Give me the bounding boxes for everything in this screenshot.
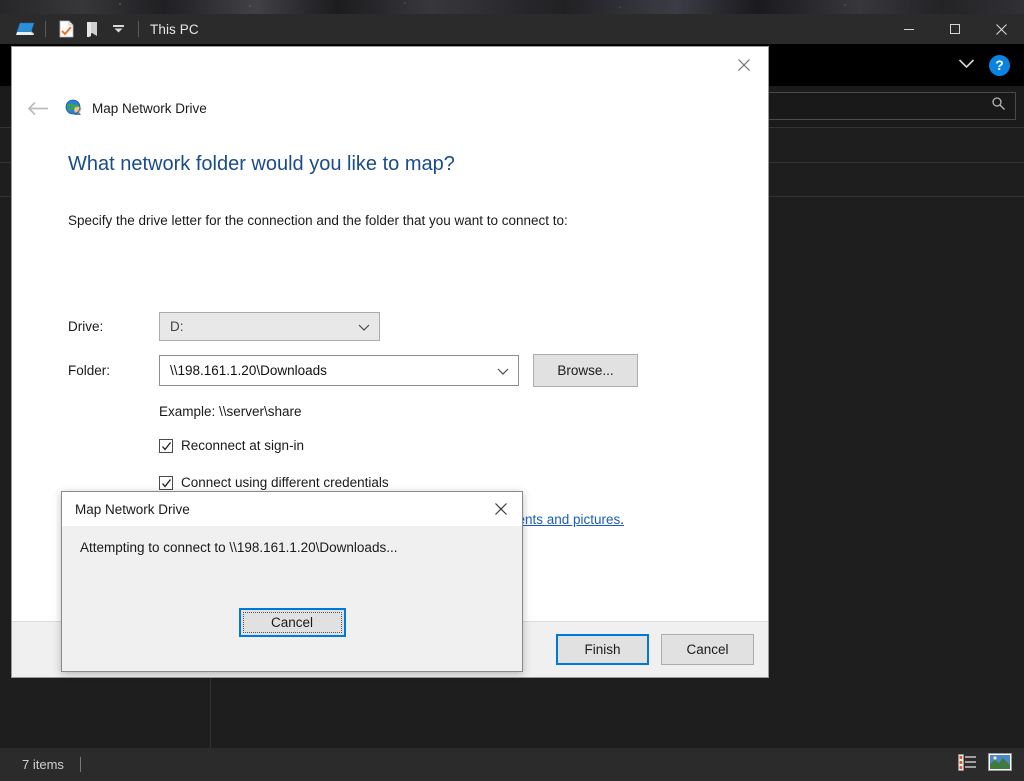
back-button[interactable]	[25, 101, 51, 116]
close-button[interactable]	[978, 14, 1024, 44]
new-folder-icon[interactable]	[79, 18, 105, 40]
dialog-close-button[interactable]	[728, 51, 760, 79]
dialog-header: Map Network Drive	[12, 91, 768, 125]
item-count-label: 7 items	[22, 757, 64, 772]
message-box-title: Map Network Drive	[75, 501, 190, 517]
desktop-wallpaper	[0, 0, 1024, 14]
folder-combobox-value: \\198.161.1.20\Downloads	[170, 363, 327, 378]
window-controls	[886, 14, 1024, 44]
properties-icon[interactable]	[53, 18, 79, 40]
search-icon	[991, 96, 1006, 116]
message-box-buttons: Cancel	[62, 608, 522, 637]
message-box-close-button[interactable]	[486, 495, 516, 523]
details-view-icon[interactable]	[958, 753, 978, 776]
page-subtitle: Specify the drive letter for the connect…	[68, 213, 568, 228]
chevron-down-icon[interactable]	[958, 56, 975, 74]
browse-button-label: Browse...	[557, 363, 614, 378]
message-box-text: Attempting to connect to \\198.161.1.20\…	[80, 540, 398, 555]
web-site-link-period: .	[620, 512, 625, 527]
cancel-button-label: Cancel	[686, 642, 729, 657]
example-hint: Example: \\server\share	[159, 404, 302, 419]
quick-access-toolbar: This PC	[0, 18, 199, 40]
drive-select[interactable]: D:	[159, 312, 380, 341]
credentials-checkbox[interactable]	[159, 475, 173, 490]
title-bar: This PC	[0, 14, 1024, 44]
status-divider	[79, 757, 81, 772]
folder-combobox[interactable]: \\198.161.1.20\Downloads	[159, 355, 519, 386]
drive-label: Drive:	[68, 319, 104, 334]
credentials-checkbox-label: Connect using different credentials	[181, 475, 389, 490]
map-network-drive-icon	[65, 99, 83, 117]
drive-field-row: Drive: D:	[68, 312, 380, 341]
connecting-message-box: Map Network Drive Attempting to connect …	[61, 491, 523, 672]
minimize-button[interactable]	[886, 14, 932, 44]
view-mode-buttons	[958, 753, 1012, 776]
page-title: What network folder would you like to ma…	[68, 153, 455, 175]
chevron-down-icon	[358, 319, 370, 334]
help-glyph: ?	[995, 57, 1004, 73]
search-input[interactable]	[768, 92, 1016, 120]
dialog-body: What network folder would you like to ma…	[12, 143, 768, 228]
message-box-cancel-button[interactable]: Cancel	[238, 608, 346, 637]
maximize-button[interactable]	[932, 14, 978, 44]
chevron-down-icon	[497, 363, 509, 378]
dialog-header-title: Map Network Drive	[92, 100, 207, 116]
toolbar-divider	[45, 21, 46, 37]
status-bar: 7 items	[0, 748, 1024, 781]
reconnect-checkbox[interactable]	[159, 438, 173, 453]
window-title: This PC	[150, 21, 199, 37]
ribbon-right-controls: ?	[958, 54, 1024, 76]
screen: This PC ? 7 items Map Network Drive What…	[0, 0, 1024, 781]
reconnect-checkbox-row[interactable]: Reconnect at sign-in	[159, 438, 304, 453]
reconnect-checkbox-label: Reconnect at sign-in	[181, 438, 305, 453]
cancel-button[interactable]: Cancel	[661, 634, 754, 665]
this-pc-icon[interactable]	[12, 18, 38, 40]
large-icons-view-icon[interactable]	[988, 753, 1012, 776]
toolbar-divider-2	[138, 21, 139, 37]
finish-button[interactable]: Finish	[556, 634, 649, 665]
drive-select-value: D:	[170, 319, 184, 334]
customize-chevron-icon[interactable]	[105, 18, 131, 40]
folder-field-row: Folder: \\198.161.1.20\Downloads Browse.…	[68, 354, 638, 387]
browse-button[interactable]: Browse...	[533, 354, 638, 387]
credentials-checkbox-row[interactable]: Connect using different credentials	[159, 475, 389, 490]
finish-button-label: Finish	[584, 642, 621, 657]
message-box-cancel-label: Cancel	[270, 615, 314, 630]
help-icon[interactable]: ?	[989, 54, 1010, 76]
folder-label: Folder:	[68, 363, 111, 378]
message-box-title-bar: Map Network Drive	[62, 492, 522, 526]
